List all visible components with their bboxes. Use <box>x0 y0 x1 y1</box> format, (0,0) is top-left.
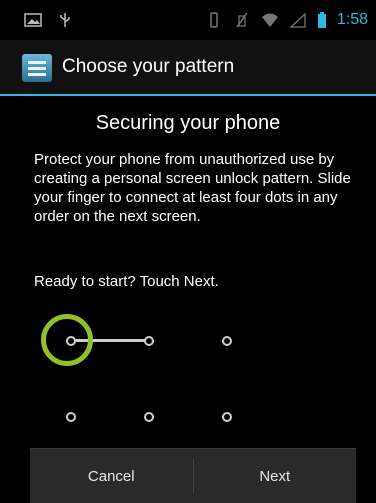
page-title: Choose your pattern <box>62 56 235 77</box>
pattern-dot[interactable] <box>144 336 154 346</box>
vibrate-icon <box>210 12 218 28</box>
next-button[interactable]: Next <box>194 449 357 503</box>
settings-app-icon <box>22 54 52 82</box>
wifi-icon <box>261 13 278 27</box>
signal-icon <box>289 12 306 28</box>
gallery-icon <box>24 13 42 27</box>
pattern-dot[interactable] <box>66 412 76 422</box>
action-bar: Choose your pattern <box>0 40 376 96</box>
ready-prompt: Ready to start? Touch Next. <box>34 273 219 290</box>
clock: 1:58 <box>336 11 368 28</box>
pattern-dot[interactable] <box>66 336 76 346</box>
pattern-dot[interactable] <box>144 412 154 422</box>
button-bar: Cancel Next <box>30 448 356 503</box>
section-heading: Securing your phone <box>95 112 281 134</box>
pattern-grid[interactable] <box>0 300 376 440</box>
usb-icon <box>60 13 70 27</box>
no-sim-icon <box>236 12 248 28</box>
status-bar: 1:58 <box>0 0 376 40</box>
cancel-button[interactable]: Cancel <box>30 449 193 503</box>
pattern-dot[interactable] <box>222 412 232 422</box>
pattern-dot[interactable] <box>222 336 232 346</box>
battery-icon <box>317 12 326 28</box>
description-text: Protect your phone from unauthorized use… <box>34 151 351 225</box>
